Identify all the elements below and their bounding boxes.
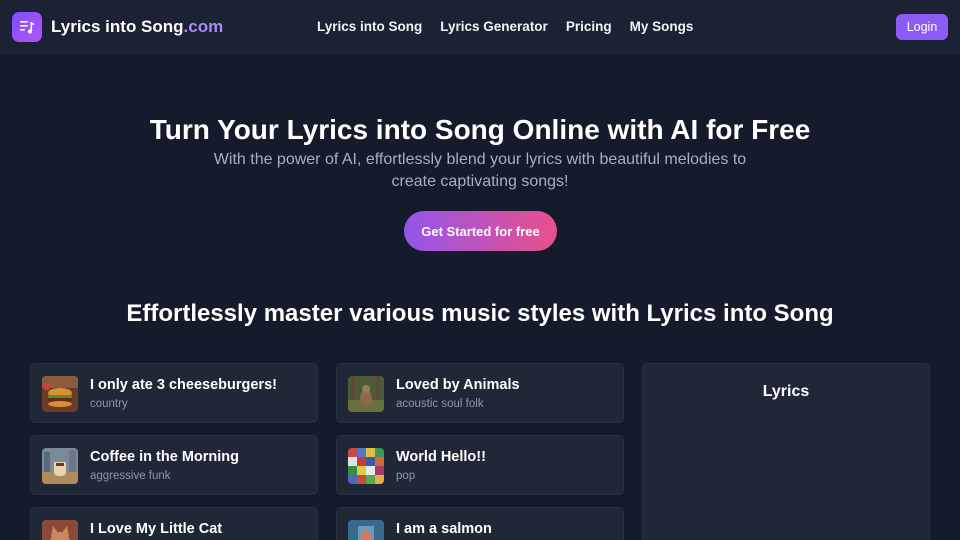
song-cover-image [42,520,78,540]
song-genre: acoustic soul folk [396,398,484,410]
song-title: Loved by Animals [396,377,520,393]
nav-links: Lyrics into Song Lyrics Generator Pricin… [317,18,711,36]
brand-name: Lyrics into Song.com [51,17,223,37]
song-title: I Love My Little Cat [90,521,223,537]
hero-title: Turn Your Lyrics into Song Online with A… [149,114,811,145]
song-card-loved-by-animals[interactable]: Loved by Animals acoustic soul folk [336,363,624,423]
song-title: Coffee in the Morning [90,449,240,465]
song-title: I only ate 3 cheeseburgers! [90,377,277,393]
nav-link-lyrics-into-song[interactable]: Lyrics into Song [317,18,422,36]
styles-section-title: Effortlessly master various music styles… [126,300,834,327]
song-card-cheeseburgers[interactable]: I only ate 3 cheeseburgers! country [30,363,318,423]
nav-link-my-songs[interactable]: My Songs [630,18,694,36]
song-card-i-am-a-salmon[interactable]: I am a salmon [336,507,624,540]
song-genre: aggressive funk [90,470,171,482]
song-card-coffee-in-the-morning[interactable]: Coffee in the Morning aggressive funk [30,435,318,495]
music-note-list-icon [12,12,42,42]
song-cover-image [42,448,78,484]
login-button[interactable]: Login [896,14,948,40]
song-cover-image [348,376,384,412]
brand[interactable]: Lyrics into Song.com [12,12,223,42]
lyrics-panel: Lyrics [642,363,930,540]
get-started-button[interactable]: Get Started for free [404,211,557,251]
brand-name-tld: .com [183,17,224,36]
song-cover-image [348,448,384,484]
song-cover-image [42,376,78,412]
top-navbar: Lyrics into Song.com Lyrics into Song Ly… [0,0,960,54]
nav-link-pricing[interactable]: Pricing [566,18,612,36]
song-cover-image [348,520,384,540]
song-card-i-love-my-little-cat[interactable]: I Love My Little Cat [30,507,318,540]
song-genre: country [90,398,128,410]
brand-name-main: Lyrics into Song [51,17,184,36]
nav-link-lyrics-generator[interactable]: Lyrics Generator [440,18,548,36]
song-card-world-hello[interactable]: World Hello!! pop [336,435,624,495]
hero-subtitle: With the power of AI, effortlessly blend… [213,151,747,190]
song-title: World Hello!! [396,449,486,465]
song-genre: pop [396,470,416,482]
lyrics-panel-title: Lyrics [762,383,810,400]
song-title: I am a salmon [396,521,492,537]
